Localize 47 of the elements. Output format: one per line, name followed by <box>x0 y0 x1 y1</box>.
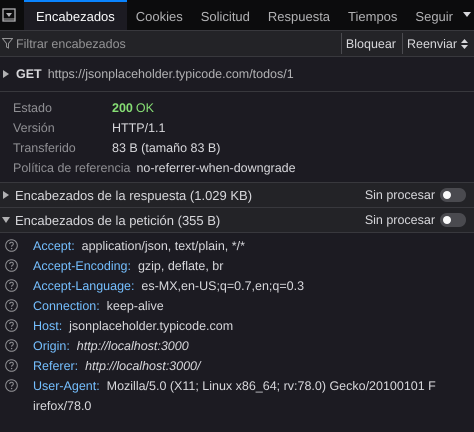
raw-toggle[interactable] <box>440 188 466 202</box>
filter-icon <box>2 38 13 49</box>
section-title: Encabezados de la respuesta (1.029 KB) <box>15 188 254 202</box>
sort-icon <box>461 38 468 48</box>
help-icon <box>5 279 18 292</box>
summary-value: OK <box>136 101 154 115</box>
summary-label: Versión <box>13 121 56 135</box>
summary-label: Estado <box>13 101 53 115</box>
tab[interactable]: Solicitud <box>192 0 259 30</box>
tab[interactable]: Tiempos <box>339 0 406 30</box>
summary-label: Política de referencia <box>13 161 130 175</box>
header-entry: Host: jsonplaceholder.typicode.com <box>33 318 234 335</box>
header-entry: Accept-Language: es-MX,en-US;q=0.7,en;q=0.3 <box>33 278 306 295</box>
summary-value: 83 B (tamaño 83 B) <box>112 141 220 155</box>
help-icon <box>5 319 18 332</box>
summary-value: HTTP/1.1 <box>112 121 166 135</box>
tab[interactable]: Encabezados <box>24 0 127 30</box>
section-title: Encabezados de la petición (355 B) <box>15 212 222 228</box>
header-entry: User-Agent: Mozilla/5.0 (X11; Linux x86_64; rv:78.0) Gecko/20100101 Firefox/78.0 <box>33 378 437 415</box>
dock-icon <box>2 8 16 22</box>
header-entry: Accept: application/json, text/plain, */* <box>33 238 246 255</box>
tab[interactable]: Seguir <box>406 0 462 30</box>
header-entry: Referer: http://localhost:3000/ <box>33 358 202 375</box>
tab[interactable]: Respuesta <box>258 0 340 30</box>
help-icon <box>5 299 18 312</box>
status-code: 200 <box>112 101 133 115</box>
section-header[interactable]: Encabezados de la respuesta (1.029 KB) Sin procesar <box>0 182 474 207</box>
raw-label: Sin procesar <box>364 213 435 227</box>
request-method: GET <box>16 67 42 81</box>
tab[interactable]: Cookies <box>126 0 192 30</box>
request-url: https://jsonplaceholder.typicode.com/todos/1 <box>48 67 294 81</box>
help-icon <box>5 339 18 352</box>
header-entry: Connection: keep-alive <box>33 298 165 315</box>
help-icon <box>5 239 18 252</box>
raw-toggle[interactable] <box>440 213 466 227</box>
summary-value: no-referrer-when-downgrade <box>136 161 296 175</box>
header-entry: Origin: http://localhost:3000 <box>33 338 190 355</box>
filter-input[interactable]: Filtrar encabezados <box>16 36 341 50</box>
section-header[interactable]: Encabezados de la petición (355 B) Sin procesar <box>0 207 474 232</box>
help-icon <box>5 359 18 372</box>
help-icon <box>5 379 18 392</box>
header-entry: Accept-Encoding: gzip, deflate, br <box>33 258 224 275</box>
caret-icon <box>463 12 471 18</box>
request-summary[interactable]: GET https://jsonplaceholder.typicode.com/todos/1 <box>0 57 474 92</box>
summary-label: Transferido <box>13 141 77 155</box>
help-icon <box>5 259 18 272</box>
raw-label: Sin procesar <box>364 188 435 202</box>
